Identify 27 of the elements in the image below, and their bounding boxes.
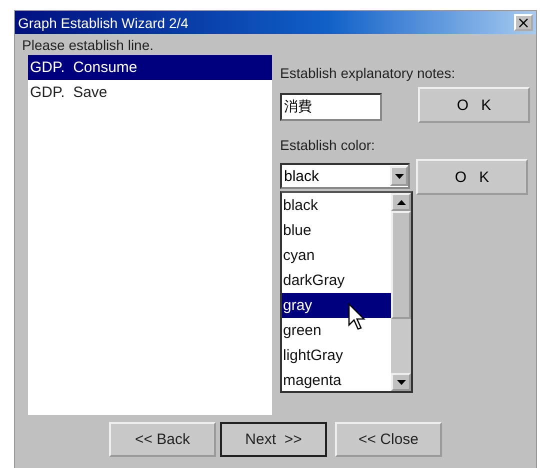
line-item[interactable]: GDP. Consume [28, 55, 272, 80]
window-title: Graph Establish Wizard 2/4 [18, 14, 188, 30]
nav-button[interactable]: << Close [335, 422, 442, 457]
ok-button[interactable]: O K [416, 159, 528, 195]
close-button[interactable]: × [514, 14, 533, 31]
nav-button[interactable]: Next >> [220, 422, 327, 457]
line-item[interactable]: GDP. Save [28, 80, 272, 105]
scroll-up-icon[interactable] [391, 193, 411, 211]
color-option[interactable]: darkGray [282, 268, 391, 293]
color-option[interactable]: magenta [282, 368, 391, 393]
color-dropdown[interactable]: black [280, 163, 410, 189]
color-option[interactable]: green [282, 318, 391, 343]
scroll-down-icon[interactable] [391, 373, 411, 391]
scrollbar[interactable] [391, 193, 411, 391]
mouse-cursor-icon [348, 303, 368, 331]
notes-field[interactable]: 消費 [280, 93, 382, 121]
color-option[interactable]: lightGray [282, 343, 391, 368]
nav-button[interactable]: << Back [109, 422, 216, 457]
scroll-thumb[interactable] [391, 211, 411, 319]
prompt-label: Please establish line. [22, 37, 155, 53]
ok-button[interactable]: O K [418, 87, 530, 123]
color-option[interactable]: cyan [282, 243, 391, 268]
color-option[interactable]: black [282, 193, 391, 218]
notes-label: Establish explanatory notes: [280, 65, 456, 83]
color-option[interactable]: gray [282, 293, 391, 318]
color-label: Establish color: [280, 137, 376, 155]
color-option[interactable]: blue [282, 218, 391, 243]
